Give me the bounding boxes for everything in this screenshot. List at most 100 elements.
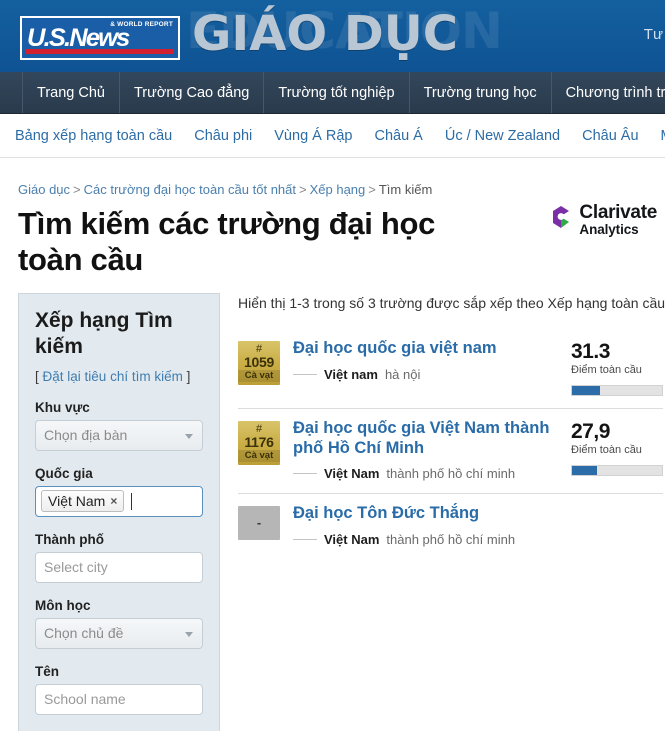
school-name-placeholder: School name: [44, 691, 126, 707]
rank-badge: # 1176 Cà vạt: [238, 421, 280, 465]
result-body: Đại học quốc gia việt nam Việt nam hà nộ…: [280, 339, 571, 381]
result-row[interactable]: # 1059 Cà vạt Đại học quốc gia việt nam …: [238, 329, 663, 409]
result-row[interactable]: # 1176 Cà vạt Đại học quốc gia Việt Nam …: [238, 409, 663, 494]
school-name-input[interactable]: School name: [35, 684, 203, 715]
school-name-link[interactable]: Đại học quốc gia Việt Nam thành phố Hồ C…: [293, 419, 561, 458]
results-summary: Hiển thị 1-3 trong số 3 trường được sắp …: [238, 293, 663, 329]
score-label: Điểm toàn cầu: [571, 444, 663, 456]
reset-criteria-row: [ Đặt lại tiêu chí tìm kiếm ]: [35, 369, 203, 384]
location-dash: [293, 539, 317, 540]
subnav-item-europe[interactable]: Châu Âu: [571, 128, 649, 144]
field-city: Thành phố Select city: [35, 532, 203, 583]
clarivate-wordmark: Clarivate Analytics: [579, 203, 657, 237]
nav-item-grad-schools[interactable]: Trường tốt nghiệp: [264, 72, 409, 113]
city-input[interactable]: Select city: [35, 552, 203, 583]
breadcrumb-item-education[interactable]: Giáo dục: [18, 182, 70, 197]
score-bar-fill: [572, 386, 600, 395]
score-bar-track: [571, 465, 663, 476]
close-icon[interactable]: ×: [110, 494, 117, 508]
breadcrumb-separator: >: [365, 182, 379, 197]
location-dash: [293, 473, 317, 474]
field-subject: Môn học Chọn chủ đề: [35, 598, 203, 649]
subnav-item-latin-america[interactable]: Mỹ La-tin: [650, 128, 665, 144]
label-region: Khu vực: [35, 400, 203, 415]
score-label: Điểm toàn cầu: [571, 364, 663, 376]
result-score: 31.3 Điểm toàn cầu: [571, 339, 663, 396]
school-location: Việt Nam thành phố hồ chí minh: [293, 532, 565, 547]
city-input-placeholder: Select city: [44, 559, 108, 575]
breadcrumb: Giáo dục>Các trường đại học toàn cầu tốt…: [0, 158, 665, 197]
result-body: Đại học quốc gia Việt Nam thành phố Hồ C…: [280, 419, 571, 481]
region-select[interactable]: Chọn địa bàn: [35, 420, 203, 451]
field-name: Tên School name: [35, 664, 203, 715]
school-city: thành phố hồ chí minh: [386, 466, 515, 481]
school-city: thành phố hồ chí minh: [386, 532, 515, 547]
subnav-item-africa[interactable]: Châu phi: [183, 128, 263, 144]
clarivate-logo: Clarivate Analytics: [550, 203, 657, 237]
nav-item-online-programs[interactable]: Chương trình trực tuyế: [552, 72, 665, 113]
subnav-item-arab-region[interactable]: Vùng Á Rập: [263, 128, 363, 144]
subnav-item-asia[interactable]: Châu Á: [363, 128, 433, 144]
clarivate-subname: Analytics: [579, 223, 657, 237]
school-city: hà nội: [385, 367, 420, 382]
location-dash: [293, 374, 317, 375]
brand-title: GIÁO DỤC: [192, 6, 458, 62]
title-row: Tìm kiếm các trường đại học toàn cầu Cla…: [0, 197, 665, 277]
subject-select[interactable]: Chọn chủ đề: [35, 618, 203, 649]
subnav-item-australia-nz[interactable]: Úc / New Zealand: [434, 128, 571, 144]
bracket-close: ]: [187, 369, 191, 384]
breadcrumb-separator: >: [296, 182, 310, 197]
subnav-item-global-rankings[interactable]: Bảng xếp hạng toàn cầu: [0, 128, 183, 144]
breadcrumb-item-best-global-universities[interactable]: Các trường đại học toàn cầu tốt nhất: [84, 182, 296, 197]
chevron-down-icon: [185, 632, 193, 637]
country-token-input[interactable]: Việt Nam ×: [35, 486, 203, 517]
result-score: [571, 504, 663, 506]
page-title: Tìm kiếm các trường đại học toàn cầu: [18, 206, 498, 277]
field-region: Khu vực Chọn địa bàn: [35, 400, 203, 451]
bracket-open: [: [35, 369, 39, 384]
nav-item-home[interactable]: Trang Chủ: [22, 72, 120, 113]
nav-item-high-schools[interactable]: Trường trung học: [410, 72, 552, 113]
breadcrumb-separator: >: [70, 182, 84, 197]
sub-navigation: Bảng xếp hạng toàn cầu Châu phi Vùng Á R…: [0, 114, 665, 158]
rank-badge: # 1059 Cà vạt: [238, 341, 280, 385]
rank-badge: -: [238, 506, 280, 540]
region-select-value: Chọn địa bàn: [44, 427, 127, 443]
reset-search-criteria-link[interactable]: Đặt lại tiêu chí tìm kiếm: [43, 369, 183, 384]
result-score: 27,9 Điểm toàn cầu: [571, 419, 663, 476]
result-body: Đại học Tôn Đức Thắng Việt Nam thành phố…: [280, 504, 571, 546]
search-sidebar: Xếp hạng Tìm kiếm [ Đặt lại tiêu chí tìm…: [18, 293, 220, 731]
subject-select-value: Chọn chủ đề: [44, 625, 123, 641]
rank-number: 1176: [238, 435, 280, 450]
country-token[interactable]: Việt Nam ×: [41, 490, 124, 512]
school-country: Việt nam: [324, 367, 378, 382]
rank-tie-label: Cà vạt: [238, 450, 280, 462]
nav-item-colleges[interactable]: Trường Cao đẳng: [120, 72, 264, 113]
label-country: Quốc gia: [35, 466, 203, 481]
score-value: 31.3: [571, 341, 663, 362]
label-city: Thành phố: [35, 532, 203, 547]
score-bar-fill: [572, 466, 597, 475]
chevron-down-icon: [185, 434, 193, 439]
score-value: 27,9: [571, 421, 663, 442]
content-columns: Xếp hạng Tìm kiếm [ Đặt lại tiêu chí tìm…: [0, 293, 665, 731]
text-cursor: [131, 493, 132, 510]
school-location: Việt nam hà nội: [293, 367, 565, 382]
label-name: Tên: [35, 664, 203, 679]
rank-tie-label: Cà vạt: [238, 370, 280, 382]
school-country: Việt Nam: [324, 466, 379, 481]
school-name-link[interactable]: Đại học quốc gia việt nam: [293, 339, 561, 358]
breadcrumb-item-rankings[interactable]: Xếp hạng: [310, 182, 366, 197]
country-token-label: Việt Nam: [48, 493, 105, 509]
clarivate-mark-icon: [550, 205, 572, 229]
usnews-logo[interactable]: & WORLD REPORT U.S.News: [20, 16, 180, 60]
rank-number: 1059: [238, 355, 280, 370]
results-panel: Hiển thị 1-3 trong số 3 trường được sắp …: [220, 293, 665, 731]
school-name-link[interactable]: Đại học Tôn Đức Thắng: [293, 504, 561, 523]
school-location: Việt Nam thành phố hồ chí minh: [293, 466, 565, 481]
result-row[interactable]: - Đại học Tôn Đức Thắng Việt Nam thành p…: [238, 494, 663, 568]
main-navigation: Trang Chủ Trường Cao đẳng Trường tốt ngh…: [0, 72, 665, 114]
rank-number: -: [257, 515, 261, 530]
score-bar-track: [571, 385, 663, 396]
brand-right-link[interactable]: Tư: [644, 26, 663, 43]
